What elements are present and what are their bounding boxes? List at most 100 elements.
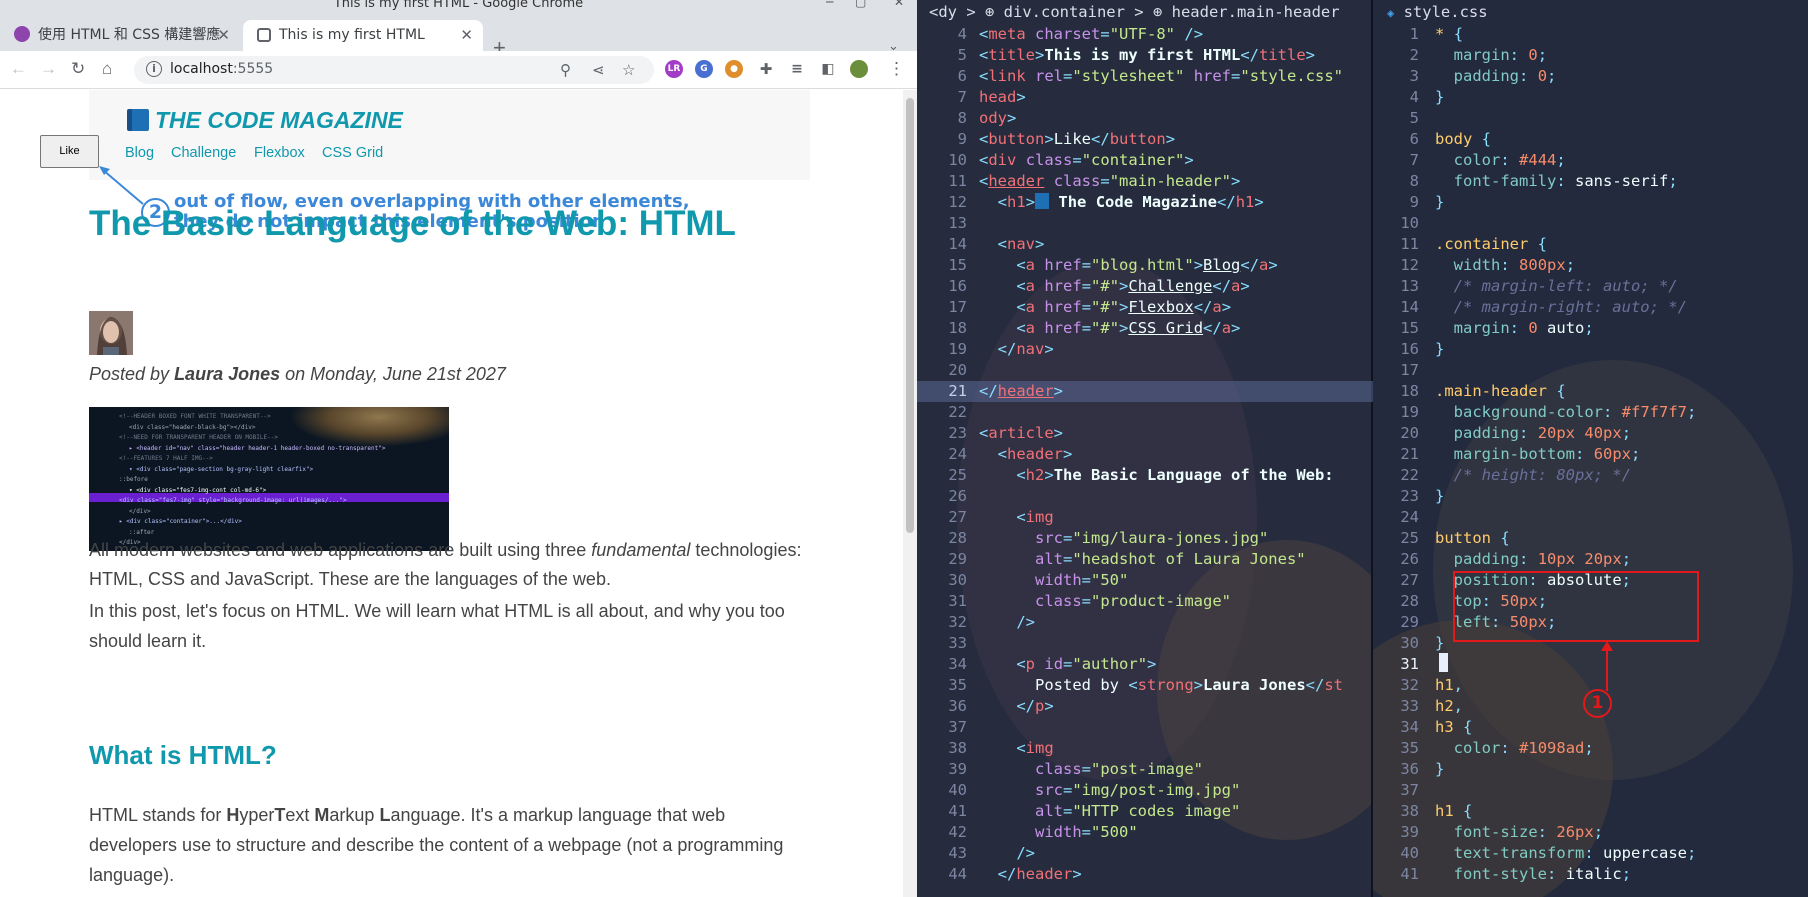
code-line[interactable]: 26 <box>917 486 1373 507</box>
code-line[interactable]: 13 <box>917 213 1373 234</box>
forward-icon[interactable]: → <box>40 59 57 79</box>
code-line[interactable]: 39 class="post-image" <box>917 759 1373 780</box>
code-line[interactable]: 15 margin: 0 auto; <box>1373 318 1808 339</box>
code-line[interactable]: 42 width="500" <box>917 822 1373 843</box>
code-line[interactable]: 14 <nav> <box>917 234 1373 255</box>
reading-list-icon[interactable]: ≡ <box>788 60 806 78</box>
code-line[interactable]: 2 margin: 0; <box>1373 45 1808 66</box>
code-line[interactable]: 15 <a href="blog.html">Blog</a> <box>917 255 1373 276</box>
extension-lr-icon[interactable]: LR <box>665 60 683 78</box>
like-button[interactable]: Like <box>40 135 99 168</box>
minimize-icon[interactable]: ─ <box>826 0 833 8</box>
code-line[interactable]: 25 button { <box>1373 528 1808 549</box>
code-line[interactable]: 38 <img <box>917 738 1373 759</box>
tab-close-icon[interactable]: ✕ <box>217 20 230 51</box>
code-line[interactable]: 37 <box>1373 780 1808 801</box>
code-line[interactable]: 35 Posted by <strong>Laura Jones</st <box>917 675 1373 696</box>
code-line[interactable]: 34 <p id="author"> <box>917 654 1373 675</box>
code-line[interactable]: 35 color: #1098ad; <box>1373 738 1808 759</box>
code-line[interactable]: 39 font-size: 26px; <box>1373 822 1808 843</box>
code-line[interactable]: 38 h1 { <box>1373 801 1808 822</box>
code-line[interactable]: 13 /* margin-left: auto; */ <box>1373 276 1808 297</box>
extension-translate-icon[interactable]: G <box>695 60 713 78</box>
code-line[interactable]: 21 margin-bottom: 60px; <box>1373 444 1808 465</box>
scrollbar-thumb[interactable] <box>906 98 914 533</box>
code-line[interactable]: 23} <box>1373 486 1808 507</box>
code-line[interactable]: 32 /> <box>917 612 1373 633</box>
nav-link-flexbox[interactable]: Flexbox <box>254 145 305 161</box>
address-bar[interactable]: i localhost:5555 ⚲ ⋖ ☆ <box>134 56 654 84</box>
code-line[interactable]: 33 <box>917 633 1373 654</box>
code-line[interactable]: 6 body { <box>1373 129 1808 150</box>
code-line[interactable]: 22 /* height: 80px; */ <box>1373 465 1808 486</box>
code-line[interactable]: 31 class="product-image" <box>917 591 1373 612</box>
code-line[interactable]: 24 <box>1373 507 1808 528</box>
bookmark-star-icon[interactable]: ☆ <box>622 61 635 79</box>
code-line[interactable]: 44 </header> <box>917 864 1373 885</box>
close-window-icon[interactable]: ✕ <box>894 0 904 8</box>
code-line[interactable]: 20 padding: 20px 40px; <box>1373 423 1808 444</box>
side-panel-icon[interactable]: ◧ <box>819 60 837 78</box>
code-line[interactable]: 19 background-color: #f7f7f7; <box>1373 402 1808 423</box>
maximize-icon[interactable]: ▢ <box>855 0 866 8</box>
extension-cookie-icon[interactable]: ● <box>725 60 743 78</box>
code-line[interactable]: 4} <box>1373 87 1808 108</box>
code-line[interactable]: 10 <div class="container"> <box>917 150 1373 171</box>
home-icon[interactable]: ⌂ <box>102 59 112 79</box>
code-line[interactable]: 28 src="img/laura-jones.jpg" <box>917 528 1373 549</box>
code-line-current[interactable]: 21 </header> <box>917 381 1373 402</box>
code-line[interactable]: 43 /> <box>917 843 1373 864</box>
editor-pane-html[interactable]: <dy > ⊕ div.container > ⊕ header.main-he… <box>917 0 1373 897</box>
code-line[interactable]: 18 <a href="#">CSS Grid</a> <box>917 318 1373 339</box>
code-line[interactable]: 40 src="img/post-img.jpg" <box>917 780 1373 801</box>
code-line[interactable]: 41 alt="HTTP codes image" <box>917 801 1373 822</box>
code-line[interactable]: 30 width="50" <box>917 570 1373 591</box>
tab-close-icon[interactable]: ✕ <box>460 20 473 51</box>
code-line[interactable]: 18 .main-header { <box>1373 381 1808 402</box>
code-line[interactable]: 19 </nav> <box>917 339 1373 360</box>
code-line[interactable]: 20 <box>917 360 1373 381</box>
code-line[interactable]: 22 <box>917 402 1373 423</box>
code-line[interactable]: 11 .container { <box>1373 234 1808 255</box>
code-line[interactable]: 29 alt="headshot of Laura Jones" <box>917 549 1373 570</box>
code-line[interactable]: 25 <h2>The Basic Language of the Web: <box>917 465 1373 486</box>
html-breadcrumb[interactable]: <dy > ⊕ div.container > ⊕ header.main-he… <box>917 0 1373 24</box>
extensions-puzzle-icon[interactable]: ✚ <box>757 60 775 78</box>
code-line[interactable]: 3 padding: 0; <box>1373 66 1808 87</box>
code-line[interactable]: 4 <meta charset="UTF-8" /> <box>917 24 1373 45</box>
tab-first-html[interactable]: This is my first HTML ✕ <box>243 20 483 51</box>
code-line[interactable]: 7 head> <box>917 87 1373 108</box>
share-icon[interactable]: ⋖ <box>592 61 605 79</box>
page-scrollbar[interactable] <box>903 90 917 897</box>
code-line[interactable]: 6 <link rel="stylesheet" href="style.css" <box>917 66 1373 87</box>
code-line[interactable]: 27 <img <box>917 507 1373 528</box>
code-line[interactable]: 11 <header class="main-header"> <box>917 171 1373 192</box>
profile-avatar[interactable] <box>850 60 868 78</box>
code-line[interactable]: 10 <box>1373 213 1808 234</box>
more-menu-icon[interactable]: ⋮ <box>888 59 905 79</box>
nav-link-challenge[interactable]: Challenge <box>171 145 236 161</box>
css-file-tab[interactable]: ◈ style.css <box>1373 0 1808 24</box>
code-line[interactable]: 8 font-family: sans-serif; <box>1373 171 1808 192</box>
reload-icon[interactable]: ↻ <box>71 59 85 79</box>
tab-responsive-course[interactable]: 使用 HTML 和 CSS 構建響應 ✕ <box>0 20 240 51</box>
code-line[interactable]: 1 * { <box>1373 24 1808 45</box>
code-line[interactable]: 5 <title>This is my first HTML</title> <box>917 45 1373 66</box>
code-line[interactable]: 8 ody> <box>917 108 1373 129</box>
code-line[interactable]: 24 <header> <box>917 444 1373 465</box>
editor-pane-css[interactable]: ◈ style.css 1 * { 2 margin: 0; 3 padding:… <box>1373 0 1808 897</box>
code-line[interactable]: 23 <article> <box>917 423 1373 444</box>
code-line[interactable]: 37 <box>917 717 1373 738</box>
code-line[interactable]: 34 h3 { <box>1373 717 1808 738</box>
code-line[interactable]: 17 <box>1373 360 1808 381</box>
code-line[interactable]: 26 padding: 10px 20px; <box>1373 549 1808 570</box>
code-line[interactable]: 40 text-transform: uppercase; <box>1373 843 1808 864</box>
code-line[interactable]: 12 width: 800px; <box>1373 255 1808 276</box>
code-line[interactable]: 16 <a href="#">Challenge</a> <box>917 276 1373 297</box>
code-line[interactable]: 7 color: #444; <box>1373 150 1808 171</box>
code-line[interactable]: 17 <a href="#">Flexbox</a> <box>917 297 1373 318</box>
code-line[interactable]: 36} <box>1373 759 1808 780</box>
code-line[interactable]: 14 /* margin-right: auto; */ <box>1373 297 1808 318</box>
site-info-icon[interactable]: i <box>146 61 162 77</box>
code-line[interactable]: 16} <box>1373 339 1808 360</box>
